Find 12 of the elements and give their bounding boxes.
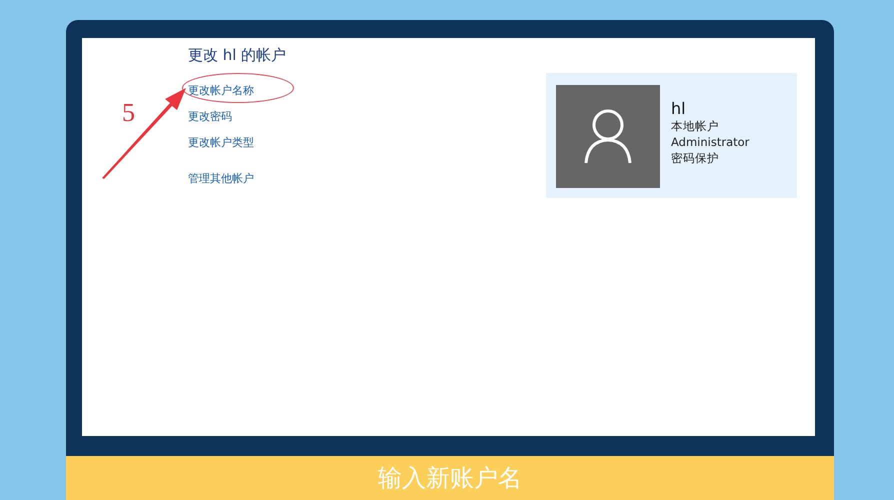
page-title: 更改 hl 的帐户 (188, 46, 286, 65)
step-number: 5 (122, 98, 135, 128)
account-link[interactable]: 更改帐户名称 (188, 84, 254, 97)
user-icon (583, 108, 633, 164)
account-name: hl (671, 99, 687, 118)
account-link[interactable]: 更改密码 (188, 110, 232, 123)
account-detail: Administrator (671, 134, 750, 150)
account-detail: 密码保护 (671, 150, 720, 166)
account-detail: 本地帐户 (671, 118, 720, 134)
account-link[interactable]: 管理其他帐户 (188, 172, 254, 185)
subtitle: 输入新账户名 (378, 463, 522, 494)
account-link[interactable]: 更改帐户类型 (188, 136, 254, 149)
